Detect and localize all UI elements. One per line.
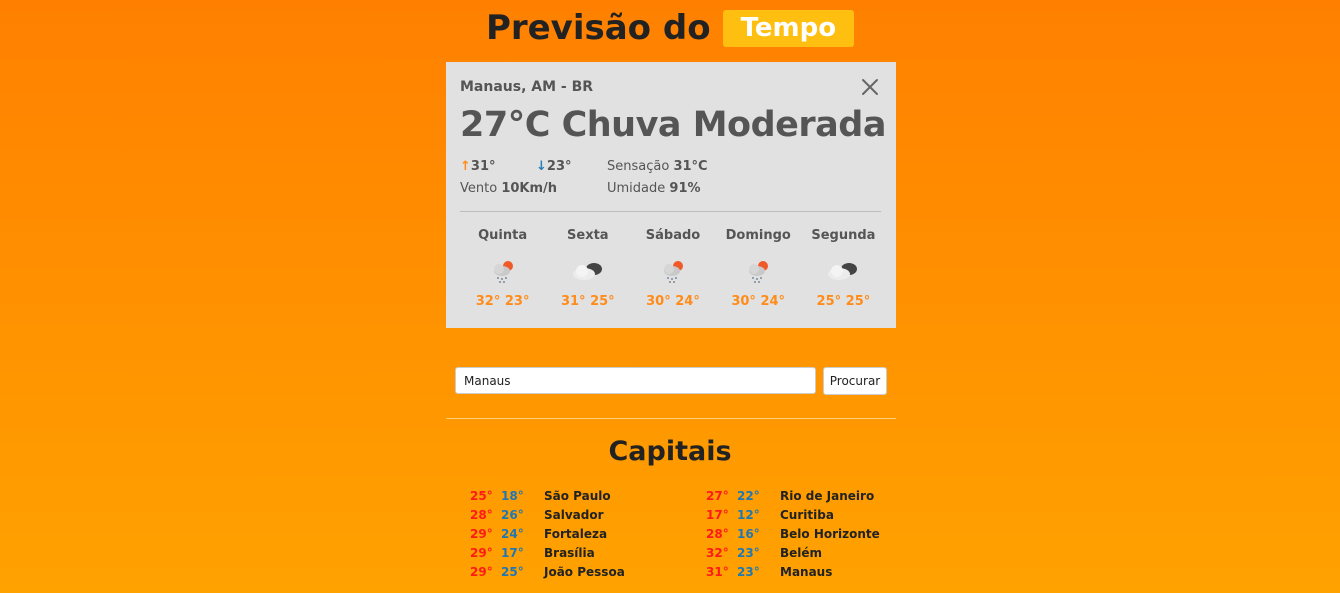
list-item: 31° 23° Manaus — [706, 562, 880, 581]
capital-name: Belo Horizonte — [780, 526, 880, 541]
forecast-min: 24° — [760, 294, 786, 309]
forecast-temps: 25° 25° — [801, 294, 886, 309]
capital-min: 16° — [737, 526, 760, 541]
forecast-list: Quinta 32° 23° Sexta 31° 25° Sábado 30° … — [460, 228, 886, 309]
forecast-max: 30° — [731, 294, 756, 309]
card-divider — [460, 211, 881, 212]
capital-max: 29° — [470, 564, 493, 579]
capital-max: 31° — [706, 564, 729, 579]
capital-max: 28° — [706, 526, 729, 541]
forecast-day: Sexta 31° 25° — [545, 228, 630, 309]
rain-sun-icon — [716, 248, 801, 294]
forecast-max: 25° — [816, 294, 842, 309]
forecast-max: 31° — [560, 294, 586, 309]
forecast-day-name: Quinta — [478, 228, 528, 243]
list-item: 28° 16° Belo Horizonte — [706, 524, 880, 543]
capital-min: 24° — [501, 526, 524, 541]
capital-max: 29° — [470, 526, 493, 541]
title-tag: Tempo — [722, 9, 855, 47]
list-item: 32° 23° Belém — [706, 543, 880, 562]
forecast-min: 25° — [845, 294, 871, 309]
rain-sun-icon — [630, 248, 715, 294]
capital-min: 17° — [501, 545, 524, 560]
forecast-day-name: Sexta — [567, 228, 609, 243]
location-label: Manaus, AM - BR — [460, 79, 594, 95]
forecast-max: 32° — [475, 294, 501, 309]
list-item: 27° 22° Rio de Janeiro — [706, 486, 880, 505]
humidity-value: 91% — [669, 181, 701, 196]
list-item: 17° 12° Curitiba — [706, 505, 880, 524]
list-item: 28° 26° Salvador — [470, 505, 625, 524]
list-item: 29° 24° Fortaleza — [470, 524, 625, 543]
capital-min: 18° — [501, 488, 524, 503]
forecast-min: 23° — [504, 294, 530, 309]
forecast-max: 30° — [646, 294, 671, 309]
wind-value: 10Km/h — [501, 181, 558, 196]
forecast-day: Segunda 25° 25° — [801, 228, 886, 309]
capital-min: 26° — [501, 507, 524, 522]
capital-max: 25° — [470, 488, 493, 503]
capital-min: 23° — [737, 564, 760, 579]
capital-name: São Paulo — [544, 488, 611, 503]
capital-name: Belém — [780, 545, 823, 560]
search-bar: Procurar — [455, 367, 887, 395]
current-headline: 27°C Chuva Moderada — [460, 105, 886, 145]
capital-max: 32° — [706, 545, 729, 560]
arrow-down-icon: ↓ — [536, 159, 547, 174]
forecast-day-name: Domingo — [725, 228, 791, 243]
forecast-temps: 30° 24° — [716, 294, 801, 309]
capital-name: Brasília — [544, 545, 595, 560]
capital-min: 22° — [737, 488, 760, 503]
capitais-left-list: 25° 18° São Paulo 28° 26° Salvador 29° 24° For… — [470, 486, 625, 581]
forecast-day-name: Sábado — [645, 228, 701, 243]
weather-card: Manaus, AM - BR 27°C Chuva Moderada ↑31°… — [446, 62, 896, 328]
page-title: Previsão do Tempo — [0, 8, 1340, 48]
capital-name: Rio de Janeiro — [780, 488, 875, 503]
cloudy-icon — [545, 248, 630, 294]
cloudy-icon — [801, 248, 886, 294]
capital-min: 12° — [737, 507, 760, 522]
capital-name: Fortaleza — [544, 526, 608, 541]
list-item: 25° 18° São Paulo — [470, 486, 625, 505]
list-item: 29° 25° João Pessoa — [470, 562, 625, 581]
forecast-day: Quinta 32° 23° — [460, 228, 545, 309]
section-divider — [446, 418, 896, 419]
forecast-temps: 31° 25° — [545, 294, 630, 309]
rain-sun-icon — [460, 248, 545, 294]
feels-value: 31°C — [673, 159, 708, 174]
title-text: Previsão do — [485, 8, 711, 48]
forecast-temps: 32° 23° — [460, 294, 545, 309]
capital-name: Curitiba — [780, 507, 834, 522]
forecast-min: 25° — [590, 294, 615, 309]
capital-min: 25° — [501, 564, 524, 579]
capital-name: Manaus — [780, 564, 833, 579]
forecast-day-name: Segunda — [811, 228, 876, 243]
search-button[interactable]: Procurar — [823, 367, 887, 395]
capitais-right-list: 27° 22° Rio de Janeiro 17° 12° Curitiba 28° 1… — [706, 486, 880, 581]
max-temp: 31° — [470, 159, 496, 174]
capital-min: 23° — [737, 545, 760, 560]
forecast-min: 24° — [675, 294, 700, 309]
forecast-day: Sábado 30° 24° — [630, 228, 715, 309]
forecast-day: Domingo 30° 24° — [716, 228, 801, 309]
arrow-up-icon: ↑ — [460, 159, 471, 174]
capitais-title: Capitais — [608, 436, 732, 467]
capital-max: 28° — [470, 507, 493, 522]
capital-name: Salvador — [544, 507, 604, 522]
search-input[interactable] — [455, 367, 816, 394]
close-icon[interactable] — [859, 76, 881, 98]
capital-max: 17° — [706, 507, 729, 522]
feels-label: Sensação — [607, 159, 670, 174]
capital-name: João Pessoa — [544, 564, 625, 579]
capital-max: 29° — [470, 545, 493, 560]
list-item: 29° 17° Brasília — [470, 543, 625, 562]
wind-label: Vento — [460, 181, 498, 196]
humidity-label: Umidade — [607, 181, 666, 196]
min-temp: 23° — [546, 159, 572, 174]
forecast-temps: 30° 24° — [630, 294, 715, 309]
capital-max: 27° — [706, 488, 729, 503]
